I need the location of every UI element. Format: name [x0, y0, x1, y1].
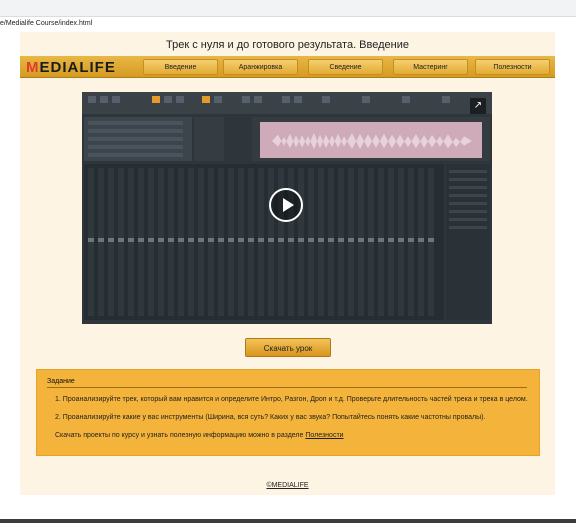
taskbar: [0, 519, 576, 523]
logo-m: M: [26, 59, 40, 76]
address-bar[interactable]: e/Medialife Course/index.html: [0, 17, 576, 31]
task-item: 1. Проанализируйте трек, который вам нра…: [55, 396, 528, 403]
task-title: Задание: [47, 378, 527, 388]
nav-item-useful[interactable]: Полезности: [475, 59, 550, 75]
task-note-text: Скачать проекты по курсу и узнать полезн…: [55, 432, 304, 439]
open-external-icon[interactable]: ↗: [470, 98, 486, 114]
nav-item-intro[interactable]: Введение: [143, 59, 218, 75]
task-item: 2. Проанализируйте какие у вас инструмен…: [55, 414, 486, 421]
useful-link[interactable]: Полезности: [305, 432, 343, 439]
play-icon[interactable]: [269, 188, 303, 222]
daw-playlist: [252, 117, 490, 161]
logo-rest: EDIALIFE: [39, 59, 116, 76]
daw-mixer: [84, 164, 444, 320]
daw-browser-panel: [194, 117, 224, 161]
nav-item-mastering[interactable]: Мастеринг: [393, 59, 468, 75]
daw-mixer-slots: [446, 164, 490, 320]
task-note: Скачать проекты по курсу и узнать полезн…: [55, 432, 344, 439]
video-player[interactable]: ↗: [82, 92, 492, 324]
download-lesson-button[interactable]: Скачать урок: [245, 338, 331, 357]
top-navigation: MEDIALIFE Введение Аранжировка Сведение …: [20, 56, 555, 78]
page-container: Трек с нуля и до готового результата. Вв…: [20, 32, 555, 495]
nav-item-mixing[interactable]: Сведение: [308, 59, 383, 75]
page-title: Трек с нуля и до готового результата. Вв…: [166, 39, 409, 51]
medialife-logo[interactable]: MEDIALIFE: [26, 59, 134, 77]
task-box: Задание 1. Проанализируйте трек, который…: [36, 369, 540, 456]
daw-toolbar: [82, 92, 492, 114]
footer-link[interactable]: ©MEDIALIFE: [20, 482, 555, 489]
nav-item-arrangement[interactable]: Аранжировка: [223, 59, 298, 75]
browser-tab-bar: [0, 0, 576, 17]
daw-channel-rack: [84, 117, 192, 161]
